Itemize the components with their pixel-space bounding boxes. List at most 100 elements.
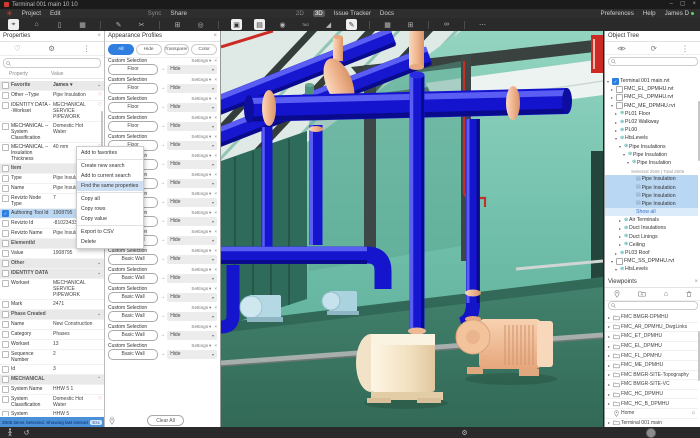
property-row[interactable]: Id3 [0,365,104,375]
viewpoint-item[interactable]: ▸Terminal 001 main [605,419,698,425]
property-row[interactable]: Value1908795 [0,249,104,259]
viewpoint-item[interactable]: ▸FMC_HC_B_DPMHU [605,399,698,409]
add-folder-icon[interactable] [638,290,646,297]
person-icon[interactable]: ◎ [195,19,206,30]
kebab-menu-icon[interactable]: ⋮ [681,44,689,53]
action-dropdown[interactable]: Hide▾ [167,122,217,131]
menu-help[interactable]: Help [643,10,656,17]
tree-node[interactable]: ▸⊛PL03 Roof [605,249,698,257]
visibility-eye-icon[interactable] [617,45,626,52]
close-icon[interactable]: × [213,33,217,39]
close-icon[interactable]: × [694,279,698,285]
property-row[interactable]: System AbbreviationHHW 5 [0,410,104,416]
favorite-row[interactable]: FavoriteJames ▾⌄ [0,81,104,91]
settings-caret-icon[interactable]: ▾ [209,248,211,254]
tree-node[interactable]: ▾✓Terminal 001 main.rvt [605,77,698,85]
row-checkbox[interactable] [2,102,9,109]
refresh-icon[interactable]: ⟳ [651,44,657,53]
tree-search-input[interactable] [608,57,698,66]
action-dropdown[interactable]: Hide▾ [167,141,217,150]
action-dropdown[interactable]: Hide▾ [167,255,217,264]
tree-node[interactable]: ▾⊛Pipe Insulation [605,159,698,167]
remove-group-icon[interactable]: × [214,172,217,177]
row-checkbox[interactable] [2,195,9,202]
tree-node[interactable]: ▸⊛Duct Insulations [605,224,698,232]
settings-button[interactable]: Settings [191,305,208,310]
action-dropdown[interactable]: Hide▾ [167,198,217,207]
maximize-icon[interactable]: ▢ [680,0,686,9]
row-checkbox[interactable] [2,92,9,99]
settings-caret-icon[interactable]: ▾ [209,172,211,178]
row-checkbox[interactable] [2,260,9,267]
selection-target-button[interactable]: Basic Wall [108,273,158,284]
tab-color[interactable]: Color [191,44,217,55]
docs-button[interactable]: Docs [380,10,394,17]
settings-caret-icon[interactable]: ▾ [209,191,211,197]
tree-show-all[interactable]: Show all [605,208,698,216]
esc-button[interactable]: Esc [90,420,102,425]
settings-caret-icon[interactable]: ▾ [209,286,211,292]
viewpoint-item[interactable]: ▸FMC BMGR-SITE-Topography [605,371,698,381]
row-checkbox[interactable] [2,230,9,237]
favorites-heart-icon[interactable]: ♡ [14,44,21,53]
action-dropdown[interactable]: Hide▾ [167,312,217,321]
remove-group-icon[interactable]: × [214,343,217,348]
row-checkbox[interactable] [2,220,9,227]
menu-preferences[interactable]: Preferences [600,10,633,17]
remove-group-icon[interactable]: × [214,286,217,291]
column-property[interactable]: Property [9,71,51,77]
folder-add-icon[interactable]: ⊞ [405,19,416,30]
menu-project[interactable]: Project [22,10,41,17]
section-chevron-icon[interactable]: ⌄ [97,260,103,266]
tree-node[interactable]: ▾⊛HtsLevels [605,134,698,142]
tab-hide[interactable]: Hide [136,44,162,55]
cart-icon[interactable]: ▣ [231,19,242,30]
row-checkbox[interactable] [2,331,9,338]
row-checkbox[interactable] [2,270,9,277]
settings-caret-icon[interactable]: ▾ [209,115,211,121]
remove-group-icon[interactable]: × [214,229,217,234]
row-checkbox[interactable] [2,185,9,192]
row-checkbox[interactable] [2,301,9,308]
pin-icon[interactable] [109,417,115,425]
link-icon[interactable]: ∞ [441,19,452,30]
property-section-row[interactable]: IDENTITY DATA⌄ [0,269,104,279]
remove-group-icon[interactable]: × [214,305,217,310]
property-row[interactable]: System NameHHW 5 1 [0,385,104,395]
viewpoint-item[interactable]: ▸FMC_FL_DPMHU [605,351,698,361]
property-row[interactable]: System ClassificationDomestic Hot Water♡ [0,395,104,410]
selection-target-button[interactable]: Basic Wall [108,311,158,322]
sphere-icon[interactable]: ◉ [277,19,288,30]
remove-group-icon[interactable]: × [214,96,217,101]
settings-button[interactable]: Settings [191,58,208,63]
row-checkbox[interactable] [2,396,9,403]
tree-checkbox[interactable]: ✓ [612,78,619,85]
settings-button[interactable]: Settings [191,286,208,291]
tab-transparency[interactable]: Transparency [164,44,190,55]
viewpoint-item[interactable]: ▸FMC_HC_DPMHU [605,390,698,400]
tree-node[interactable]: ▾⊛Pipe Insulation [605,151,698,159]
row-checkbox[interactable] [2,280,9,287]
property-row[interactable]: WorksetMECHANICAL SERVICE PIPEWORK [0,279,104,300]
context-menu-item[interactable]: Delete [77,237,143,247]
settings-caret-icon[interactable]: ▾ [209,305,211,311]
settings-button[interactable]: Settings [191,191,208,196]
model-icon[interactable]: ⌂ [31,19,42,30]
property-row[interactable]: Sequence Number2 [0,350,104,365]
row-checkbox[interactable]: ✓ [2,210,9,217]
context-menu-item[interactable]: Find the same properties [77,181,143,191]
tree-node[interactable]: ▾FMC_ME_DPMHU.rvt [605,102,698,110]
remove-group-icon[interactable]: × [214,77,217,82]
scissors-icon[interactable]: ✂ [136,19,147,30]
tab-all[interactable]: All [108,44,134,55]
pin-icon[interactable] [614,290,620,298]
tree-node[interactable]: ▤Pipe Insulation [605,192,698,200]
settings-button[interactable]: Settings [191,324,208,329]
section-chevron-icon[interactable]: ⌄ [97,270,103,276]
context-menu-item[interactable]: Copy all [77,194,143,204]
property-row[interactable]: CategoryPhases [0,330,104,340]
context-menu-item[interactable]: Copy value [77,214,143,224]
walk-mode-icon[interactable] [5,428,14,437]
sheet-icon[interactable]: ▤ [254,19,265,30]
ruler-icon[interactable]: ◢ [323,19,334,30]
